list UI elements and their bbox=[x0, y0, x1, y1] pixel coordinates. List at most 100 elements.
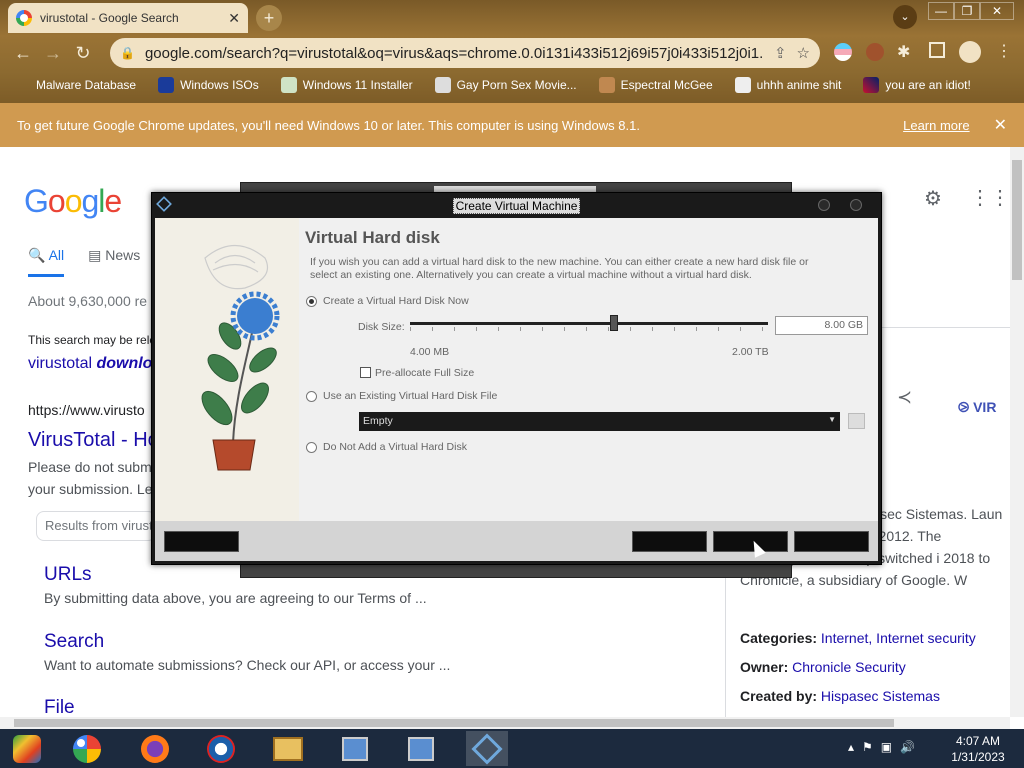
taskbar-firefox[interactable] bbox=[134, 731, 176, 766]
back-arrow-icon[interactable]: ← bbox=[8, 43, 38, 64]
bookmark-label: Windows ISOs bbox=[180, 78, 259, 92]
bookmark-movie[interactable]: Gay Porn Sex Movie... bbox=[434, 77, 577, 93]
plant-illustration-icon bbox=[201, 245, 280, 471]
kp-link[interactable]: Chronicle Security bbox=[792, 659, 906, 675]
taskbar-explorer[interactable] bbox=[267, 731, 309, 766]
vertical-scroll-thumb[interactable] bbox=[1012, 160, 1022, 280]
explorer-icon bbox=[273, 736, 303, 761]
kp-link[interactable]: Internet, Internet security bbox=[821, 630, 976, 646]
taskbar-network-app-2[interactable] bbox=[400, 731, 442, 766]
clock-time: 4:07 AM bbox=[955, 734, 1001, 748]
radio-create-disk[interactable] bbox=[306, 295, 317, 307]
restore-button[interactable]: ❐ bbox=[954, 2, 980, 20]
taskbar-network-app-1[interactable] bbox=[334, 731, 376, 766]
option-label: Do Not Add a Virtual Hard Disk bbox=[323, 441, 467, 453]
related-search-link[interactable]: virustotal downlo bbox=[28, 355, 152, 373]
slider-ticks bbox=[410, 327, 768, 331]
bookmark-windows11-installer[interactable]: Windows 11 Installer bbox=[280, 77, 413, 93]
wizard-illustration bbox=[155, 218, 299, 521]
infobar-close-icon[interactable]: ✕ bbox=[994, 115, 1007, 135]
tab-title: virustotal - Google Search bbox=[40, 11, 179, 25]
tab-all[interactable]: 🔍 All bbox=[28, 247, 65, 277]
option-create-disk[interactable]: Create a Virtual Hard Disk Now bbox=[306, 295, 469, 307]
slider-max-label: 2.00 TB bbox=[732, 346, 769, 358]
bookmark-anime[interactable]: uhhh anime shit bbox=[734, 77, 841, 93]
taskbar-obama[interactable] bbox=[200, 731, 242, 766]
tab-close-icon[interactable]: ✕ bbox=[228, 10, 240, 27]
google-apps-icon[interactable]: ⋮⋮ bbox=[970, 185, 1010, 210]
sitelink-desc: By submitting data above, you are agreei… bbox=[44, 590, 427, 606]
taskbar-virtualbox[interactable] bbox=[466, 731, 508, 766]
update-infobar: To get future Google Chrome updates, you… bbox=[0, 103, 1024, 147]
network-icon[interactable]: ▣ bbox=[881, 740, 892, 754]
bookmark-malware-database[interactable]: Malware Database bbox=[10, 78, 136, 92]
option-existing-disk[interactable]: Use an Existing Virtual Hard Disk File bbox=[306, 390, 497, 402]
radio-no-disk[interactable] bbox=[306, 441, 317, 453]
folder-browse-icon[interactable] bbox=[848, 413, 865, 429]
obama-icon bbox=[207, 734, 235, 763]
dialog-minimize-button[interactable] bbox=[818, 199, 830, 211]
dialog-title: Create Virtual Machine bbox=[452, 198, 581, 214]
share-icon[interactable]: ≺ bbox=[897, 387, 912, 408]
search-within-input[interactable]: Results from virust bbox=[36, 511, 156, 541]
address-bar[interactable]: 🔒 google.com/search?q=virustotal&oq=viru… bbox=[110, 38, 820, 68]
bookmark-windows-isos[interactable]: Windows ISOs bbox=[158, 77, 259, 93]
preallocate-checkbox[interactable] bbox=[360, 367, 371, 378]
sidebar-icon[interactable] bbox=[929, 42, 945, 58]
learn-more-link[interactable]: Learn more bbox=[903, 118, 969, 133]
radio-existing-disk[interactable] bbox=[306, 390, 317, 402]
sitelink-urls[interactable]: URLs bbox=[44, 564, 92, 586]
result-stats: About 9,630,000 re bbox=[28, 293, 148, 309]
forward-arrow-icon[interactable]: → bbox=[38, 43, 68, 64]
kp-owner: Owner: Chronicle Security bbox=[740, 659, 906, 675]
option-label: Use an Existing Virtual Hard Disk File bbox=[323, 390, 498, 402]
kp-categories: Categories: Internet, Internet security bbox=[740, 630, 976, 646]
dialog-title-bar[interactable]: Create Virtual Machine bbox=[155, 196, 878, 216]
extension-flag-icon[interactable] bbox=[834, 43, 852, 61]
wizard-heading: Virtual Hard disk bbox=[305, 228, 440, 247]
disk-size-input[interactable]: 8.00 GB bbox=[775, 316, 868, 335]
close-window-button[interactable]: ✕ bbox=[980, 2, 1014, 20]
browser-tab[interactable]: virustotal - Google Search ✕ bbox=[8, 3, 248, 33]
kp-created-by: Created by: Hispasec Sistemas bbox=[740, 688, 940, 704]
bookmark-espectral[interactable]: Espectral McGee bbox=[598, 77, 713, 93]
bookmark-idiot[interactable]: you are an idiot! bbox=[863, 77, 971, 93]
kp-link[interactable]: Hispasec Sistemas bbox=[821, 688, 940, 704]
result-title-link[interactable]: VirusTotal - Ho bbox=[28, 429, 159, 452]
kebab-menu-icon[interactable]: ⋮ bbox=[996, 41, 1012, 61]
expert-mode-button[interactable] bbox=[164, 531, 239, 552]
tab-search-icon[interactable]: ⌄ bbox=[893, 5, 917, 29]
disk-size-slider[interactable] bbox=[410, 322, 768, 325]
dialog-close-button[interactable] bbox=[850, 199, 862, 211]
search-notice: This search may be rele bbox=[28, 333, 157, 347]
new-tab-button[interactable]: + bbox=[256, 5, 282, 31]
system-clock[interactable]: 4:07 AM 1/31/2023 bbox=[948, 733, 1008, 765]
google-logo[interactable]: Google bbox=[24, 183, 122, 220]
horizontal-scroll-thumb[interactable] bbox=[14, 719, 894, 727]
option-label: Create a Virtual Hard Disk Now bbox=[323, 295, 469, 307]
profile-avatar-icon[interactable] bbox=[959, 41, 981, 63]
x-icon bbox=[158, 77, 175, 93]
action-center-flag-icon[interactable]: ⚑ bbox=[862, 740, 873, 754]
image-icon bbox=[280, 77, 297, 93]
extensions-puzzle-icon[interactable]: ✱ bbox=[897, 42, 910, 62]
existing-disk-select[interactable]: Empty ▼ bbox=[359, 412, 840, 431]
minimize-button[interactable]: — bbox=[928, 2, 954, 20]
volume-icon[interactable]: 🔊 bbox=[900, 740, 915, 754]
extension-avatar-icon[interactable] bbox=[866, 43, 884, 61]
reload-icon[interactable]: ↻ bbox=[68, 43, 98, 64]
cancel-button[interactable] bbox=[794, 531, 869, 552]
sitelink-search[interactable]: Search bbox=[44, 631, 104, 653]
option-no-disk[interactable]: Do Not Add a Virtual Hard Disk bbox=[306, 441, 467, 453]
taskbar-chrome[interactable] bbox=[66, 731, 108, 766]
share-icon[interactable]: ⇪ bbox=[774, 44, 787, 62]
virustotal-logo: ⧁ VIR bbox=[958, 399, 997, 415]
back-button[interactable] bbox=[632, 531, 707, 552]
bookmark-star-icon[interactable]: ☆ bbox=[797, 44, 810, 62]
settings-gear-icon[interactable]: ⚙ bbox=[924, 186, 942, 211]
sitelink-file[interactable]: File bbox=[44, 697, 75, 717]
tray-expand-icon[interactable]: ▴ bbox=[848, 740, 854, 754]
start-button[interactable] bbox=[6, 731, 48, 766]
tab-news[interactable]: ▤ News bbox=[88, 247, 140, 277]
disk-size-slider-thumb[interactable] bbox=[610, 315, 619, 331]
